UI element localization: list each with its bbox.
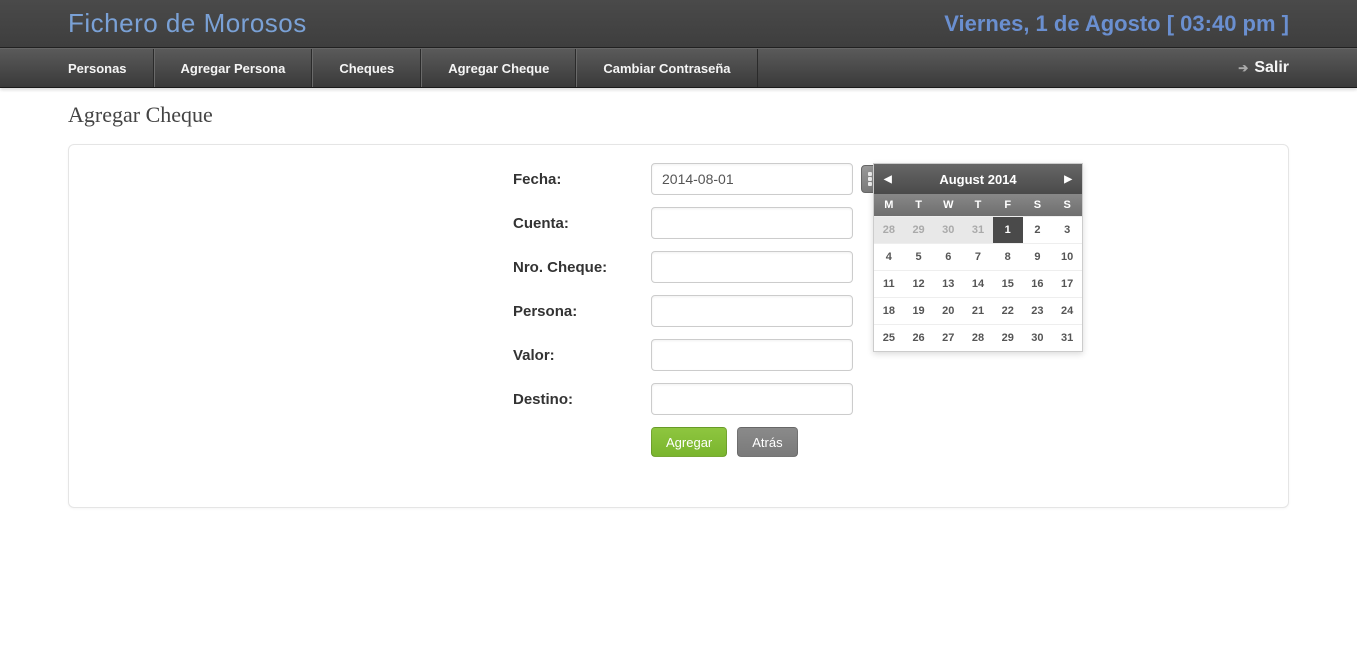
calendar-day[interactable]: 3 xyxy=(1052,216,1082,243)
valor-label: Valor: xyxy=(513,347,651,364)
button-row: Agregar Atrás xyxy=(651,427,1268,457)
calendar-day[interactable]: 29 xyxy=(993,324,1023,351)
nro-cheque-input[interactable] xyxy=(651,251,853,283)
app-date: Viernes, 1 de Agosto [ 03:40 pm ] xyxy=(944,11,1289,37)
calendar-dow-cell: W xyxy=(933,194,963,216)
calendar-dow: MTWTFSS xyxy=(874,194,1082,216)
agregar-button[interactable]: Agregar xyxy=(651,427,727,457)
atras-button[interactable]: Atrás xyxy=(737,427,797,457)
calendar-day[interactable]: 5 xyxy=(904,243,934,270)
calendar-day[interactable]: 2 xyxy=(1023,216,1053,243)
calendar-day[interactable]: 26 xyxy=(904,324,934,351)
cuenta-label: Cuenta: xyxy=(513,215,651,232)
calendar-day[interactable]: 29 xyxy=(904,216,934,243)
nro-cheque-label: Nro. Cheque: xyxy=(513,259,651,276)
page-title: Agregar Cheque xyxy=(68,102,1289,128)
calendar-day[interactable]: 12 xyxy=(904,270,934,297)
calendar-day[interactable]: 18 xyxy=(874,297,904,324)
row-destino: Destino: xyxy=(513,383,1268,415)
cuenta-input[interactable] xyxy=(651,207,853,239)
calendar-day[interactable]: 7 xyxy=(963,243,993,270)
calendar-day[interactable]: 22 xyxy=(993,297,1023,324)
calendar-day[interactable]: 30 xyxy=(1023,324,1053,351)
calendar-dow-cell: S xyxy=(1052,194,1082,216)
calendar-next-icon[interactable]: ▶ xyxy=(1064,174,1072,185)
topbar: Fichero de Morosos Viernes, 1 de Agosto … xyxy=(0,0,1357,48)
calendar-day[interactable]: 31 xyxy=(1052,324,1082,351)
calendar-day[interactable]: 28 xyxy=(874,216,904,243)
nav-agregar-persona[interactable]: Agregar Persona xyxy=(154,49,313,87)
calendar-dow-cell: T xyxy=(904,194,934,216)
calendar-dow-cell: T xyxy=(963,194,993,216)
calendar-day[interactable]: 4 xyxy=(874,243,904,270)
page: Agregar Cheque Fecha: Cuenta: Nro. Chequ… xyxy=(0,88,1357,522)
fecha-label: Fecha: xyxy=(513,171,651,188)
navbar: Personas Agregar Persona Cheques Agregar… xyxy=(0,48,1357,88)
calendar-day[interactable]: 23 xyxy=(1023,297,1053,324)
nav-left: Personas Agregar Persona Cheques Agregar… xyxy=(68,49,758,87)
app-title: Fichero de Morosos xyxy=(68,8,307,39)
nav-salir[interactable]: ➔ Salir xyxy=(1238,59,1289,77)
calendar-day[interactable]: 19 xyxy=(904,297,934,324)
calendar-dow-cell: M xyxy=(874,194,904,216)
calendar-day[interactable]: 25 xyxy=(874,324,904,351)
calendar-day[interactable]: 17 xyxy=(1052,270,1082,297)
persona-label: Persona: xyxy=(513,303,651,320)
calendar-day[interactable]: 15 xyxy=(993,270,1023,297)
calendar-day[interactable]: 10 xyxy=(1052,243,1082,270)
calendar: ◀ August 2014 ▶ MTWTFSS 2829303112345678… xyxy=(873,163,1083,352)
calendar-day[interactable]: 24 xyxy=(1052,297,1082,324)
calendar-day[interactable]: 14 xyxy=(963,270,993,297)
panel: Fecha: Cuenta: Nro. Cheque: Persona: xyxy=(68,144,1289,508)
nav-agregar-cheque[interactable]: Agregar Cheque xyxy=(421,49,576,87)
calendar-header: ◀ August 2014 ▶ xyxy=(874,164,1082,194)
destino-input[interactable] xyxy=(651,383,853,415)
nav-cheques[interactable]: Cheques xyxy=(312,49,421,87)
calendar-day[interactable]: 13 xyxy=(933,270,963,297)
calendar-day[interactable]: 27 xyxy=(933,324,963,351)
calendar-day[interactable]: 11 xyxy=(874,270,904,297)
calendar-prev-icon[interactable]: ◀ xyxy=(884,174,892,185)
destino-label: Destino: xyxy=(513,391,651,408)
calendar-day[interactable]: 9 xyxy=(1023,243,1053,270)
calendar-body: 2829303112345678910111213141516171819202… xyxy=(874,216,1082,351)
calendar-day[interactable]: 31 xyxy=(963,216,993,243)
calendar-dow-cell: S xyxy=(1023,194,1053,216)
calendar-day[interactable]: 16 xyxy=(1023,270,1053,297)
nav-salir-label: Salir xyxy=(1254,59,1289,77)
calendar-day[interactable]: 1 xyxy=(993,216,1023,243)
nav-cambiar-contrasena[interactable]: Cambiar Contraseña xyxy=(576,49,757,87)
fecha-input[interactable] xyxy=(651,163,853,195)
calendar-day[interactable]: 30 xyxy=(933,216,963,243)
calendar-day[interactable]: 21 xyxy=(963,297,993,324)
calendar-day[interactable]: 6 xyxy=(933,243,963,270)
calendar-day[interactable]: 28 xyxy=(963,324,993,351)
calendar-dow-cell: F xyxy=(993,194,1023,216)
calendar-day[interactable]: 20 xyxy=(933,297,963,324)
persona-input[interactable] xyxy=(651,295,853,327)
valor-input[interactable] xyxy=(651,339,853,371)
nav-personas[interactable]: Personas xyxy=(68,49,154,87)
exit-arrow-icon: ➔ xyxy=(1238,61,1248,75)
calendar-day[interactable]: 8 xyxy=(993,243,1023,270)
calendar-title: August 2014 xyxy=(939,172,1016,187)
